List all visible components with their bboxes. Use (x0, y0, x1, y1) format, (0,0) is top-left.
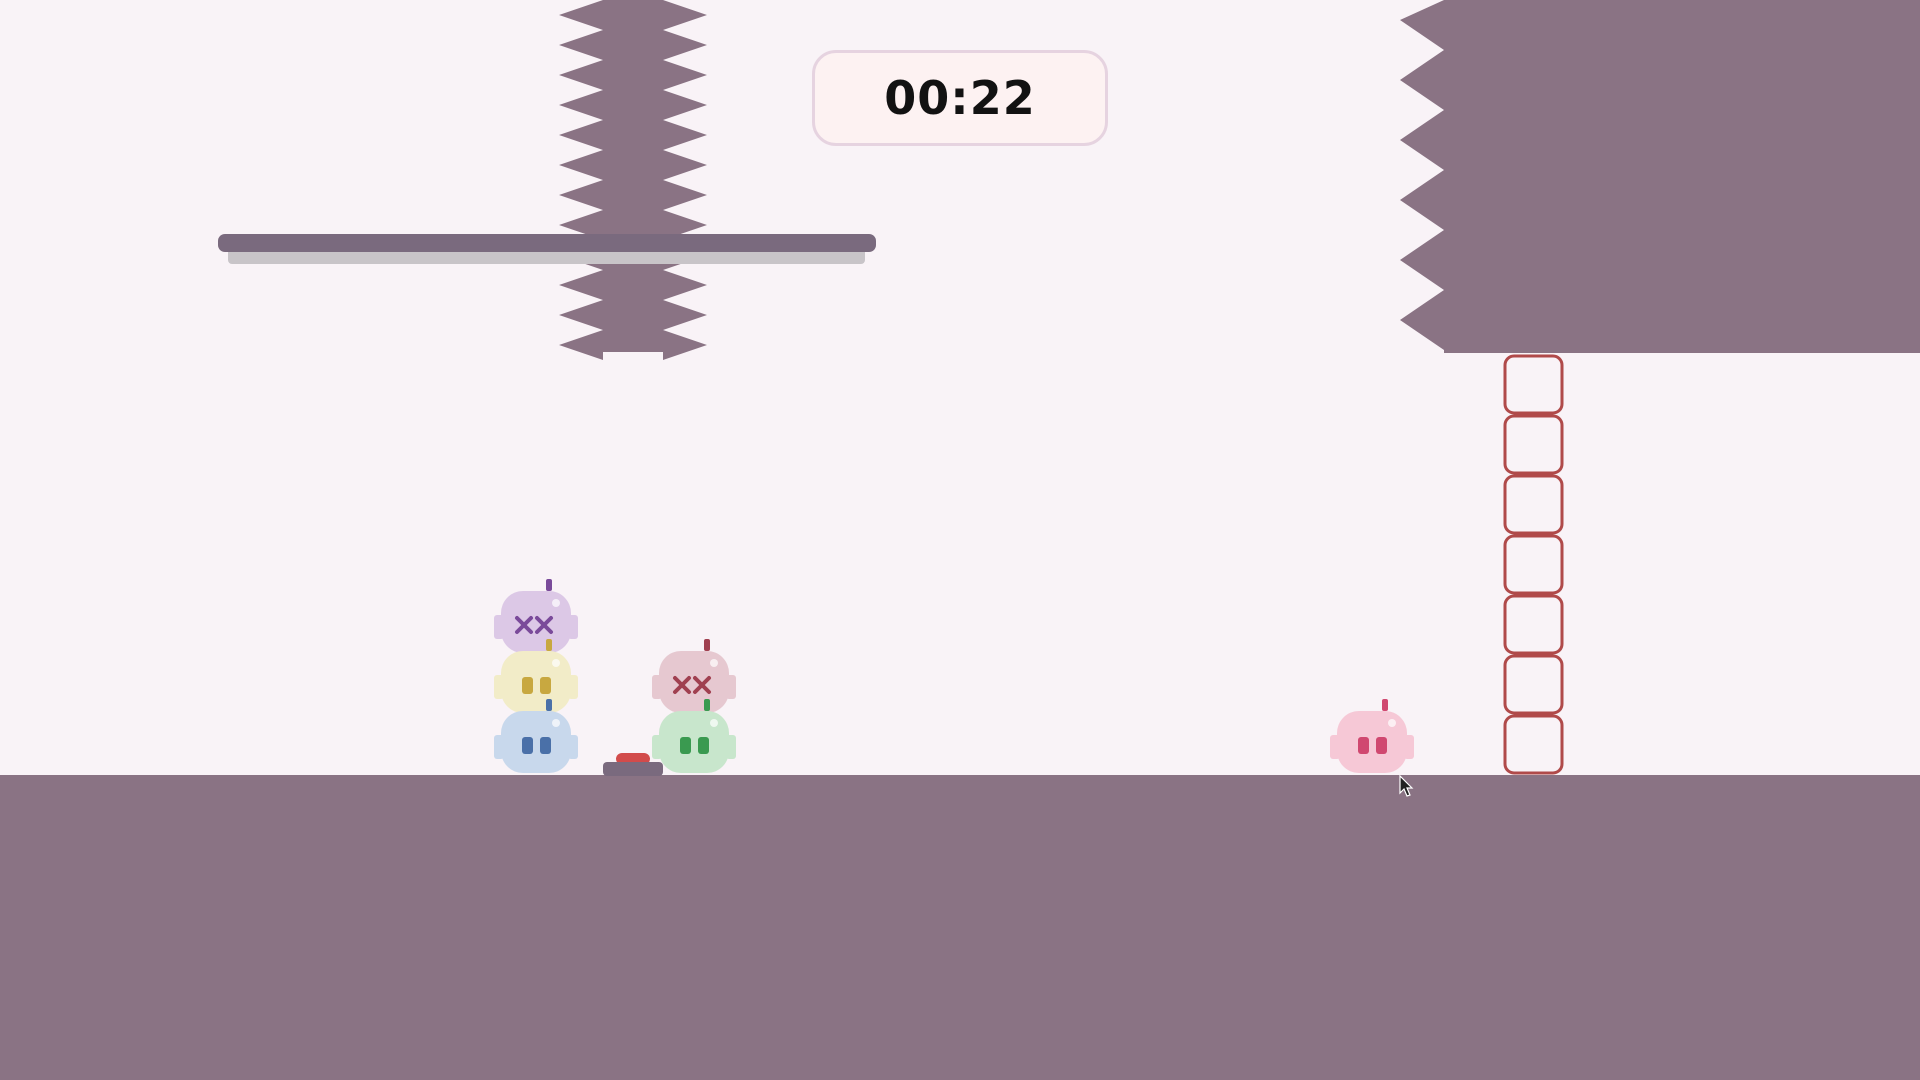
floating-platform (218, 234, 876, 264)
outline-block (1503, 594, 1564, 655)
mouse-cursor-icon (1399, 775, 1414, 797)
spike-wall (1400, 0, 1920, 353)
outline-block (1503, 654, 1564, 715)
outline-block-column (1503, 354, 1564, 775)
outline-block (1503, 714, 1564, 775)
ground (0, 775, 1920, 1080)
outline-block (1503, 534, 1564, 595)
timer-display: 00:22 (812, 50, 1108, 146)
outline-block (1503, 354, 1564, 415)
outline-block (1503, 474, 1564, 535)
game-scene (0, 0, 1920, 1080)
outline-block (1503, 414, 1564, 475)
pink-robot[interactable] (1330, 699, 1414, 773)
spike-pillar (559, 0, 707, 360)
rose-robot[interactable] (652, 639, 736, 713)
purple-robot[interactable] (494, 579, 578, 653)
